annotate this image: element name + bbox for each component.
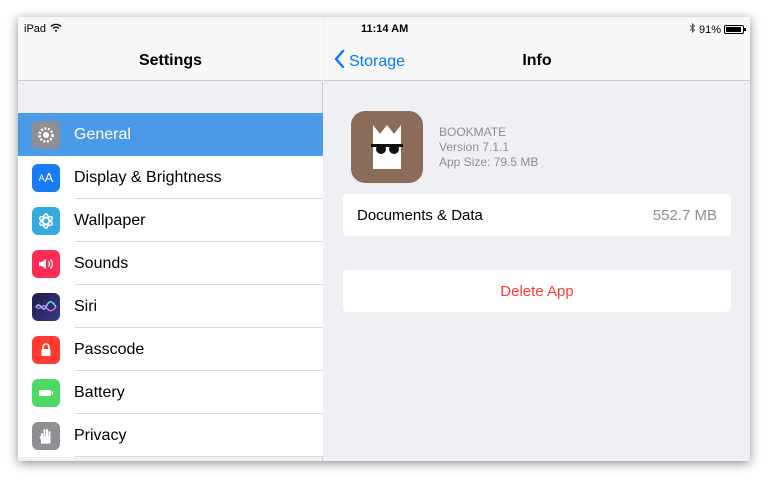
delete-app-label: Delete App bbox=[500, 282, 574, 300]
status-time: 11:14 AM bbox=[361, 23, 409, 35]
device-label: iPad bbox=[24, 23, 47, 35]
sidebar-item-label: Display & Brightness bbox=[74, 168, 222, 186]
page-title: Info bbox=[522, 52, 552, 69]
speaker-icon bbox=[32, 249, 60, 278]
sidebar-item-privacy[interactable]: Privacy bbox=[18, 414, 323, 457]
sidebar-item-label: Battery bbox=[74, 383, 125, 401]
sidebar-item-label: Siri bbox=[74, 297, 98, 315]
ipad-screen: Settings General AA Display & Brightness bbox=[18, 17, 750, 461]
app-info: BOOKMATE Version 7.1.1 App Size: 79.5 MB bbox=[439, 125, 538, 170]
hand-icon bbox=[32, 421, 60, 450]
battery-icon bbox=[32, 378, 60, 407]
settings-master-panel: Settings General AA Display & Brightness bbox=[18, 17, 323, 461]
lock-icon bbox=[32, 335, 60, 364]
gear-icon bbox=[32, 120, 60, 149]
sidebar-item-label: Passcode bbox=[74, 340, 145, 358]
sidebar-item-sounds[interactable]: Sounds bbox=[18, 242, 323, 285]
sidebar-item-siri[interactable]: Siri bbox=[18, 285, 323, 328]
bookmate-app-icon bbox=[351, 111, 423, 183]
status-bar: iPad 11:14 AM 91% bbox=[18, 17, 750, 39]
sidebar-item-label: General bbox=[74, 125, 131, 143]
app-version: Version 7.1.1 bbox=[439, 140, 510, 154]
status-right: 91% bbox=[689, 22, 746, 36]
battery-percent: 91% bbox=[698, 23, 721, 36]
status-left: iPad bbox=[24, 23, 62, 35]
siri-icon bbox=[32, 292, 60, 321]
wifi-icon bbox=[50, 23, 62, 35]
sidebar-item-general[interactable]: General bbox=[18, 113, 323, 156]
sidebar-item-display-brightness[interactable]: AA Display & Brightness bbox=[18, 156, 323, 199]
sidebar-item-label: Sounds bbox=[74, 254, 129, 272]
battery-indicator-icon bbox=[724, 25, 746, 34]
documents-data-value: 552.7 MB bbox=[652, 206, 717, 224]
wallpaper-icon bbox=[32, 206, 60, 235]
divider bbox=[75, 456, 323, 457]
battery-fill bbox=[726, 27, 741, 32]
sidebar-item-label: Privacy bbox=[74, 426, 127, 444]
documents-data-row: Documents & Data 552.7 MB bbox=[343, 194, 731, 236]
settings-list: General AA Display & Brightness Wallpape… bbox=[18, 113, 323, 457]
app-size: App Size: 79.5 MB bbox=[439, 155, 539, 169]
sidebar-item-battery[interactable]: Battery bbox=[18, 371, 323, 414]
display-icon: AA bbox=[32, 163, 60, 192]
sidebar-item-wallpaper[interactable]: Wallpaper bbox=[18, 199, 323, 242]
sidebar-item-label: Wallpaper bbox=[74, 211, 146, 229]
settings-title: Settings bbox=[138, 52, 203, 69]
app-name: BOOKMATE bbox=[439, 125, 507, 139]
documents-data-label: Documents & Data bbox=[357, 206, 483, 224]
sidebar-item-passcode[interactable]: Passcode bbox=[18, 328, 323, 371]
delete-app-button[interactable]: Delete App bbox=[343, 270, 731, 312]
bluetooth-icon bbox=[689, 22, 696, 36]
info-detail-panel: Storage Info BOOKMATE Version 7.1.1 App … bbox=[324, 17, 750, 461]
